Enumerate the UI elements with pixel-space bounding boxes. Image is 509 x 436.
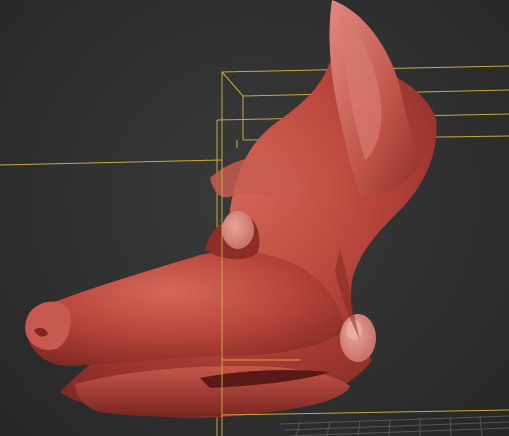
ground-grid	[279, 415, 509, 436]
viewport-canvas[interactable]	[0, 0, 509, 436]
perspective-viewport[interactable]	[0, 0, 509, 436]
eye	[222, 211, 254, 249]
wolf-head-mesh[interactable]	[25, 0, 437, 418]
muzzle	[25, 250, 346, 366]
